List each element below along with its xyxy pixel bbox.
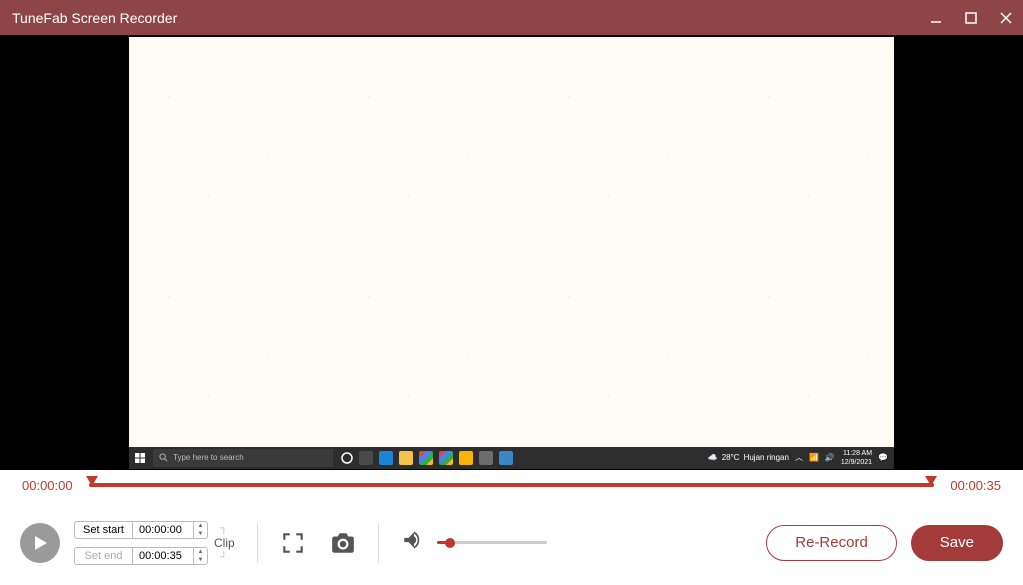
- set-start-control[interactable]: Set start 00:00:00 ▲▼: [74, 521, 208, 539]
- tray-sound-icon: 🔊: [825, 453, 835, 462]
- timeline: 00:00:00 00:00:35: [0, 470, 1023, 500]
- set-end-label: Set end: [74, 547, 132, 565]
- set-start-time[interactable]: 00:00:00: [132, 521, 194, 539]
- timeline-end-handle[interactable]: [925, 476, 937, 486]
- volume-icon[interactable]: [401, 527, 427, 558]
- set-end-time[interactable]: 00:00:35: [132, 547, 194, 565]
- tool-icons: [280, 530, 356, 556]
- app-title: TuneFab Screen Recorder: [12, 10, 177, 26]
- preview-frame[interactable]: Type here to search ☁️ 28°C Hujan ringan: [129, 37, 894, 469]
- minimize-button[interactable]: [918, 0, 953, 35]
- notifications-icon: 💬: [878, 453, 888, 462]
- clip-button[interactable]: Clip: [214, 536, 235, 550]
- clip-bracket-icon: ┐: [220, 523, 228, 534]
- cloud-icon: ☁️: [708, 453, 718, 462]
- fullscreen-button[interactable]: [280, 530, 306, 556]
- app-icon-1: [479, 451, 493, 465]
- chrome-icon-2: [439, 451, 453, 465]
- preview-area: Type here to search ☁️ 28°C Hujan ringan: [0, 35, 1023, 470]
- close-button[interactable]: [988, 0, 1023, 35]
- note-icon: [459, 451, 473, 465]
- tray-chevron-icon: ︿: [795, 452, 803, 463]
- weather-widget: ☁️ 28°C Hujan ringan: [708, 453, 789, 462]
- recorded-system-tray: ☁️ 28°C Hujan ringan ︿ 📶 🔊 11:28 AM 12/9…: [708, 449, 894, 467]
- timeline-start-handle[interactable]: [86, 476, 98, 486]
- recorded-taskbar-icons: [341, 451, 513, 465]
- recorded-taskbar: Type here to search ☁️ 28°C Hujan ringan: [129, 447, 894, 469]
- volume-handle[interactable]: [445, 538, 455, 548]
- snapshot-button[interactable]: [330, 530, 356, 556]
- set-end-control[interactable]: Set end 00:00:35 ▲▼: [74, 547, 208, 565]
- separator: [257, 523, 258, 563]
- edge-icon: [379, 451, 393, 465]
- recorded-search-box: Type here to search: [153, 449, 333, 467]
- clip-controls: Set start 00:00:00 ▲▼ Set end 00:00:35 ▲…: [74, 521, 235, 565]
- recorded-clock: 11:28 AM 12/9/2021: [841, 449, 872, 467]
- separator-2: [378, 523, 379, 563]
- explorer-icon: [399, 451, 413, 465]
- cortana-icon: [341, 452, 353, 464]
- play-button[interactable]: [20, 523, 60, 563]
- taskview-icon: [359, 451, 373, 465]
- windows-start-icon: [129, 447, 151, 469]
- set-start-label: Set start: [74, 521, 132, 539]
- volume-control: [401, 527, 547, 558]
- timeline-track[interactable]: [89, 483, 935, 487]
- rerecord-button[interactable]: Re-Record: [766, 525, 897, 561]
- clock-date: 12/9/2021: [841, 458, 872, 467]
- maximize-button[interactable]: [953, 0, 988, 35]
- tray-wifi-icon: 📶: [809, 453, 819, 462]
- timeline-start-time: 00:00:00: [22, 478, 73, 493]
- clock-time: 11:28 AM: [841, 449, 872, 458]
- set-end-stepper[interactable]: ▲▼: [194, 547, 208, 565]
- save-button[interactable]: Save: [911, 525, 1003, 561]
- chrome-icon: [419, 451, 433, 465]
- clip-bracket-icon-2: ┘: [220, 552, 228, 563]
- weather-desc: Hujan ringan: [744, 453, 789, 462]
- titlebar: TuneFab Screen Recorder: [0, 0, 1023, 35]
- weather-temp: 28°C: [722, 453, 740, 462]
- bottom-toolbar: Set start 00:00:00 ▲▼ Set end 00:00:35 ▲…: [0, 500, 1023, 585]
- recorded-search-placeholder: Type here to search: [173, 453, 244, 462]
- timeline-end-time: 00:00:35: [950, 478, 1001, 493]
- volume-slider[interactable]: [437, 541, 547, 544]
- app-icon-2: [499, 451, 513, 465]
- set-start-stepper[interactable]: ▲▼: [194, 521, 208, 539]
- action-buttons: Re-Record Save: [766, 525, 1003, 561]
